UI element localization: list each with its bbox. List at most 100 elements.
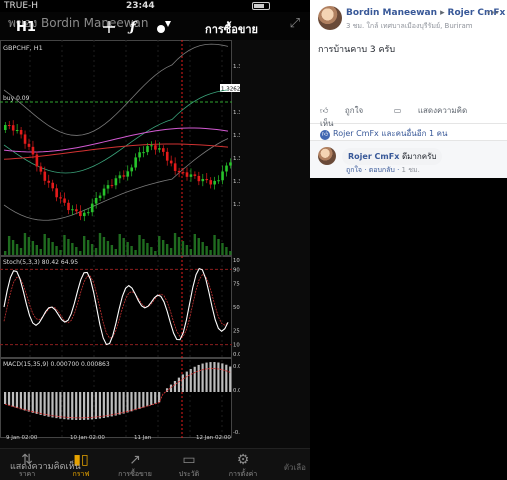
candle-body [138, 152, 141, 158]
like-button[interactable]: 👍︎ ถูกใจ [320, 106, 377, 115]
tab-settings[interactable]: ⚙ การตั้งค่า [216, 451, 270, 480]
candle-body [15, 130, 19, 132]
macd-histogram-bar [213, 362, 216, 392]
chart-area[interactable]: 1.330501.328201.325901.323601.321301.319… [0, 40, 240, 440]
volume-bar [213, 235, 216, 255]
time-axis-label: 9 Jan 02:00 [6, 435, 38, 440]
likes-summary[interactable]: 👍︎ Rojer CmFx และคนอื่นอีก 1 คน [320, 127, 447, 140]
candle-body [134, 157, 137, 168]
volume-bar [75, 247, 78, 255]
macd-histogram-bar [55, 392, 58, 419]
clock: 23:44 [126, 1, 155, 11]
macd-level-label: 0.0000 [233, 388, 240, 394]
volume-bar [197, 238, 200, 255]
macd-histogram-bar [189, 368, 192, 392]
author-link[interactable]: Bordin Maneewan [346, 8, 437, 18]
volume-bar [15, 244, 19, 255]
volume-bar [118, 234, 121, 255]
volume-bar [110, 245, 114, 255]
macd-histogram-bar [79, 392, 82, 420]
candle-body [122, 175, 126, 177]
more-options-icon[interactable]: ··· [486, 6, 499, 19]
macd-histogram-bar [59, 392, 62, 419]
macd-histogram-bar [193, 366, 196, 392]
author-avatar[interactable] [318, 6, 342, 30]
post-text: การบ้านคาบ 3 ครับ [318, 45, 396, 55]
stoch-level-label: 90.00 [233, 267, 240, 273]
shapes-icon[interactable] [156, 20, 172, 34]
main-chart-frame [0, 40, 232, 256]
macd-histogram-bar [11, 392, 15, 407]
price-label: 1.32360 [233, 133, 240, 139]
macd-histogram-bar [35, 392, 38, 414]
macd-label: MACD(15,35,9) 0.000700 0.000863 [3, 361, 110, 368]
commenter-avatar[interactable] [318, 147, 336, 165]
candle-body [181, 172, 185, 174]
volume-bar [4, 251, 7, 255]
thumbs-up-icon: 👍︎ [320, 106, 331, 115]
stoch-label: Stoch(5,3,3) 80.42 64.95 [3, 259, 78, 266]
crosshair-icon[interactable] [102, 20, 116, 34]
volume-bar [142, 239, 145, 255]
macd-histogram-bar [27, 392, 30, 412]
macd-histogram-bar [229, 366, 232, 392]
options-label[interactable]: ตัวเลือ [284, 461, 306, 474]
volume-bar [86, 240, 90, 255]
macd-histogram-bar [47, 392, 50, 417]
timeframe-button[interactable]: H1 [16, 20, 36, 35]
macd-histogram-bar [71, 392, 74, 420]
price-label: 1.32590 [233, 110, 240, 116]
comment-bubble: Rojer CmFx ดีมากครับ [342, 148, 443, 165]
macd-histogram-bar [154, 392, 157, 404]
candle-body [142, 152, 145, 154]
macd-histogram-bar [83, 392, 86, 420]
volume-bar [90, 244, 94, 255]
macd-histogram-bar [225, 364, 228, 392]
candle-body [27, 143, 31, 147]
volume-bar [55, 246, 58, 255]
stoch-level-label: 0.00 [233, 352, 240, 358]
candle-body [106, 185, 110, 189]
macd-histogram-bar [118, 392, 121, 415]
volume-bar [47, 238, 50, 255]
chart-toolbar: พของ Bordin Maneewan H1 ƒ การซื้อขาย ⤢ [0, 12, 310, 40]
volume-bar [150, 247, 153, 255]
macd-histogram-bar [43, 392, 46, 416]
macd-histogram-bar [4, 392, 7, 404]
candle-body [197, 175, 201, 182]
comment-like-link[interactable]: ถูกใจ [346, 166, 362, 174]
history-icon: ▭ [182, 452, 196, 468]
macd-histogram-bar [63, 392, 66, 420]
candle-body [130, 167, 133, 172]
battery-icon [252, 2, 270, 10]
function-icon[interactable]: ƒ [130, 20, 136, 35]
volume-bar [221, 243, 224, 255]
expand-icon[interactable]: ⤢ [290, 16, 300, 31]
volume-bar [146, 243, 149, 255]
post-header: Bordin Maneewan ▸ Rojer CmFx [346, 8, 505, 18]
stoch-level-label: 75.00 [233, 282, 240, 288]
candle-body [154, 145, 157, 150]
tab-trade[interactable]: ↗ การซื้อขาย [108, 451, 162, 480]
candle-body [126, 171, 130, 177]
macd-histogram-bar [217, 362, 220, 392]
macd-histogram-bar [177, 377, 180, 392]
tab-history[interactable]: ▭ ประวัติ [162, 451, 216, 480]
candle-body [47, 180, 51, 183]
black-background [310, 178, 507, 480]
volume-bar [63, 235, 66, 255]
volume-bar [165, 244, 169, 255]
candle-body [86, 212, 90, 214]
macd-level-label: 0.00277 [233, 364, 240, 370]
arrow-icon: ▸ [440, 8, 448, 18]
carrier-label: TRUE-H [4, 1, 39, 11]
volume-bar [43, 234, 46, 255]
trade-menu-button[interactable]: การซื้อขาย [205, 20, 258, 38]
comment-reply-link[interactable]: ตอบกลับ [369, 166, 395, 174]
comment-text: ดีมากครับ [401, 152, 437, 161]
macd-histogram-bar [221, 363, 224, 392]
candle-body [110, 185, 114, 187]
candle-body [150, 145, 153, 147]
commenter-link[interactable]: Rojer CmFx [348, 152, 399, 161]
volume-bar [102, 237, 106, 255]
